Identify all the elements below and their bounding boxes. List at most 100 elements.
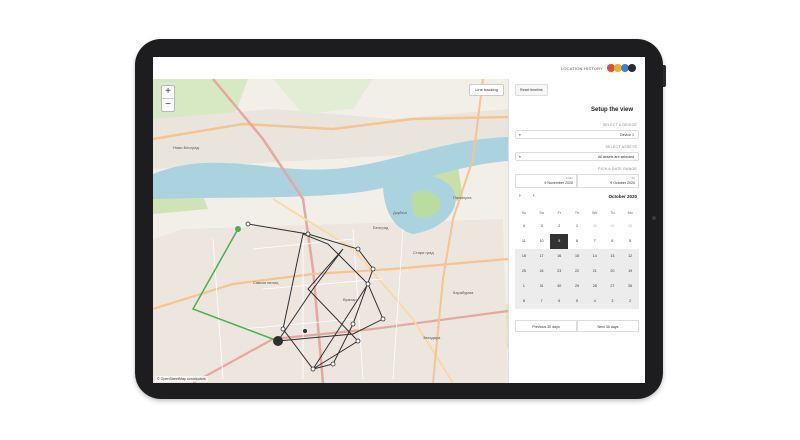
route-current-marker[interactable]: [303, 329, 307, 333]
calendar-day[interactable]: 5: [568, 294, 586, 309]
date-range-picker[interactable]: From 9 November 2020 To 9 October 2020: [515, 174, 639, 188]
calendar-day[interactable]: 29: [568, 279, 586, 294]
stage: LOCATION HISTORY Београд Савски венац Вр…: [0, 0, 800, 440]
calendar-day[interactable]: 3: [533, 219, 551, 234]
park-area: [273, 79, 373, 114]
calendar-day[interactable]: 29: [604, 219, 622, 234]
route-point[interactable]: [280, 326, 286, 332]
calendar-day[interactable]: 12: [621, 249, 639, 264]
place-label: Савски венац: [253, 280, 279, 285]
calendar-day[interactable]: 2: [550, 219, 568, 234]
calendar-day[interactable]: 11: [515, 234, 533, 249]
calendar-day[interactable]: 28: [621, 219, 639, 234]
route-point[interactable]: [370, 266, 376, 272]
device-select[interactable]: ▾ Device 1: [515, 130, 639, 139]
place-label: Стари град: [413, 250, 434, 255]
calendar-day[interactable]: 8: [568, 234, 586, 249]
calendar-day[interactable]: 6: [604, 234, 622, 249]
route-point[interactable]: [365, 281, 371, 287]
calendar-day[interactable]: 10: [533, 234, 551, 249]
calendar-day[interactable]: 15: [568, 249, 586, 264]
calendar-day[interactable]: 20: [603, 264, 622, 279]
date-from-value: 9 October 2020: [610, 181, 635, 185]
route-point[interactable]: [245, 221, 251, 227]
route-point[interactable]: [355, 338, 361, 344]
calendar-header: › ‹ October 2020: [515, 193, 639, 203]
previous-30-days-button[interactable]: Previous 30 days: [515, 320, 577, 332]
date-to-field[interactable]: From 9 November 2020: [515, 174, 577, 188]
calendar-day[interactable]: 5: [621, 234, 639, 249]
calendar-day[interactable]: 27: [603, 279, 622, 294]
calendar-day[interactable]: 19: [621, 264, 639, 279]
calendar-day[interactable]: 16: [550, 249, 569, 264]
select-assets-label: SELECT ASSETS: [605, 145, 637, 149]
route-point[interactable]: [350, 321, 356, 327]
route-point[interactable]: [355, 246, 361, 252]
calendar-day[interactable]: 7: [586, 234, 604, 249]
brand-logo-icon[interactable]: [607, 63, 637, 73]
brand-name: LOCATION HISTORY: [560, 65, 603, 71]
place-label: Палилула: [453, 195, 472, 200]
calendar-day[interactable]: 26: [621, 279, 639, 294]
calendar-day[interactable]: 8: [515, 294, 533, 309]
calendar-day[interactable]: 18: [515, 249, 533, 264]
calendar-day[interactable]: 6: [550, 294, 569, 309]
calendar-day[interactable]: 1: [515, 279, 533, 294]
calendar-day[interactable]: 1: [568, 219, 586, 234]
calendar-day[interactable]: 3: [603, 294, 622, 309]
zoom-in-button[interactable]: +: [162, 86, 174, 98]
place-label: Врачар: [343, 297, 357, 302]
map-attribution[interactable]: © OpenStreetMap contributors: [155, 376, 208, 382]
route-point[interactable]: [310, 366, 316, 372]
calendar-day[interactable]: 13: [603, 249, 622, 264]
calendar-day[interactable]: 4: [585, 294, 604, 309]
weekday: Th: [574, 211, 580, 215]
calendar-day[interactable]: 30: [586, 219, 604, 234]
assets-select-value: All assets are selected: [598, 155, 634, 159]
calendar-day[interactable]: 21: [585, 264, 604, 279]
device-select-value: Device 1: [620, 133, 634, 137]
date-range-label: PICK A DATE RANGE: [598, 167, 637, 171]
route-point[interactable]: [330, 361, 336, 367]
app-screen: LOCATION HISTORY Београд Савски венац Вр…: [153, 57, 645, 383]
date-from-field[interactable]: To 9 October 2020: [577, 174, 639, 188]
route-start-marker[interactable]: [235, 226, 241, 232]
assets-select[interactable]: ▾ All assets are selected: [515, 152, 639, 161]
weekday: We: [592, 211, 598, 215]
top-bar: LOCATION HISTORY: [153, 57, 645, 80]
calendar-prev-button[interactable]: ‹: [533, 193, 535, 199]
calendar-day[interactable]: 22: [568, 264, 586, 279]
calendar-day[interactable]: 4: [515, 219, 533, 234]
calendar-next-button[interactable]: ›: [519, 193, 521, 199]
place-label: Карабурма: [453, 290, 474, 295]
calendar-day-selected[interactable]: 9: [550, 234, 569, 249]
chevron-down-icon: ▾: [519, 133, 521, 137]
calendar-day[interactable]: 17: [532, 249, 551, 264]
map-view[interactable]: Београд Савски венац Врачар Стари град З…: [153, 79, 508, 383]
calendar-day[interactable]: 25: [515, 264, 533, 279]
route-end-marker[interactable]: [273, 336, 283, 346]
next-30-days-button[interactable]: Next 30 days: [577, 320, 639, 332]
date-from-sub: To: [631, 176, 635, 180]
calendar-day[interactable]: 24: [532, 264, 551, 279]
date-to-sub: From: [566, 176, 573, 180]
calendar-day[interactable]: 2: [621, 294, 639, 309]
calendar-day[interactable]: 30: [550, 279, 569, 294]
route-point[interactable]: [305, 231, 311, 237]
map-canvas[interactable]: Београд Савски венац Врачар Стари град З…: [153, 79, 508, 383]
line-tracking-toggle[interactable]: Line tracking: [469, 84, 504, 96]
calendar-day[interactable]: 23: [550, 264, 569, 279]
tablet-camera-icon: [652, 216, 656, 220]
calendar-day[interactable]: 7: [532, 294, 551, 309]
line-tracking-label: Line tracking: [475, 87, 498, 92]
place-label: Београд: [373, 225, 389, 230]
place-label: Звездара: [423, 335, 441, 340]
logo-dot-dark: [628, 64, 636, 72]
reset-timeline-button[interactable]: Reset timeline: [515, 84, 548, 96]
route-point[interactable]: [380, 316, 386, 322]
calendar-day[interactable]: 14: [585, 249, 604, 264]
select-device-label: SELECT A DEVICE: [602, 123, 637, 127]
zoom-out-button[interactable]: −: [162, 98, 174, 111]
calendar-day[interactable]: 31: [532, 279, 551, 294]
calendar-day[interactable]: 28: [585, 279, 604, 294]
